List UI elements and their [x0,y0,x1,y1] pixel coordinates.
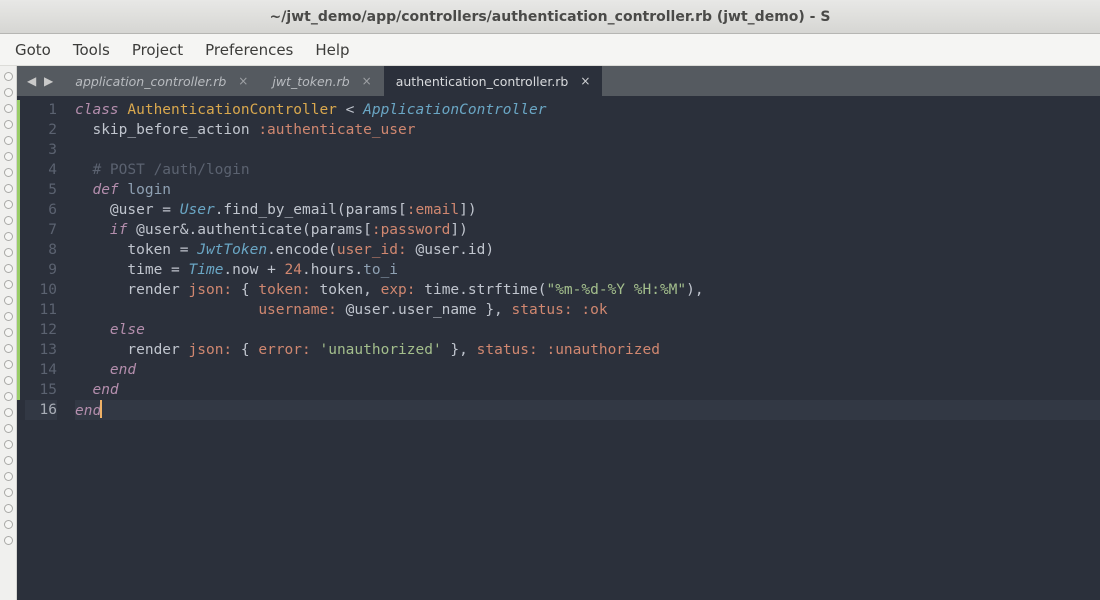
fold-marker-icon[interactable] [4,232,13,241]
fold-marker-icon[interactable] [4,520,13,529]
window-title: ~/jwt_demo/app/controllers/authenticatio… [270,9,831,25]
code-line[interactable]: skip_before_action :authenticate_user [75,120,1100,140]
fold-marker-icon[interactable] [4,312,13,321]
window-titlebar: ~/jwt_demo/app/controllers/authenticatio… [0,0,1100,34]
line-number: 11 [25,300,57,320]
tab-label: authentication_controller.rb [396,74,569,89]
code-line[interactable]: if @user&.authenticate(params[:password]… [75,220,1100,240]
line-number: 15 [25,380,57,400]
code-line[interactable]: end [75,360,1100,380]
code-line[interactable]: render json: { token: token, exp: time.s… [75,280,1100,300]
close-icon[interactable]: × [238,74,248,88]
menu-bar: Goto Tools Project Preferences Help [0,34,1100,66]
tab-authentication-controller[interactable]: authentication_controller.rb × [384,66,603,96]
line-number: 10 [25,280,57,300]
code-line[interactable]: token = JwtToken.encode(user_id: @user.i… [75,240,1100,260]
fold-marker-icon[interactable] [4,472,13,481]
code-line[interactable]: username: @user.user_name }, status: :ok [75,300,1100,320]
fold-marker-icon[interactable] [4,264,13,273]
fold-marker-icon[interactable] [4,72,13,81]
fold-marker-icon[interactable] [4,328,13,337]
fold-marker-icon[interactable] [4,360,13,369]
code-content[interactable]: class AuthenticationController < Applica… [65,96,1100,600]
code-line[interactable] [75,140,1100,160]
line-number: 4 [25,160,57,180]
code-line[interactable]: @user = User.find_by_email(params[:email… [75,200,1100,220]
line-number: 6 [25,200,57,220]
tab-application-controller[interactable]: application_controller.rb × [63,66,260,96]
close-icon[interactable]: × [362,74,372,88]
line-number: 13 [25,340,57,360]
change-marker-stripe [17,96,25,600]
fold-marker-icon[interactable] [4,120,13,129]
fold-marker-icon[interactable] [4,136,13,145]
tab-strip: ◀ ▶ application_controller.rb × jwt_toke… [17,66,1100,96]
fold-marker-icon[interactable] [4,344,13,353]
editor-container: ◀ ▶ application_controller.rb × jwt_toke… [17,66,1100,600]
fold-marker-icon[interactable] [4,152,13,161]
menu-help[interactable]: Help [315,41,349,59]
fold-marker-icon[interactable] [4,440,13,449]
fold-marker-icon[interactable] [4,296,13,305]
fold-marker-icon[interactable] [4,504,13,513]
code-line[interactable]: def login [75,180,1100,200]
menu-project[interactable]: Project [132,41,183,59]
menu-preferences[interactable]: Preferences [205,41,293,59]
code-line[interactable]: end [75,380,1100,400]
tab-label: application_controller.rb [75,74,226,89]
code-line[interactable]: else [75,320,1100,340]
line-number: 1 [25,100,57,120]
line-number: 2 [25,120,57,140]
fold-marker-icon[interactable] [4,200,13,209]
line-number: 12 [25,320,57,340]
tab-label: jwt_token.rb [272,74,349,89]
fold-gutter [0,66,17,600]
code-line[interactable]: # POST /auth/login [75,160,1100,180]
line-number-gutter: 12345678910111213141516 [25,96,65,600]
line-number: 14 [25,360,57,380]
code-line[interactable]: render json: { error: 'unauthorized' }, … [75,340,1100,360]
fold-marker-icon[interactable] [4,248,13,257]
fold-marker-icon[interactable] [4,408,13,417]
line-number: 9 [25,260,57,280]
line-number: 3 [25,140,57,160]
line-number: 5 [25,180,57,200]
line-number: 16 [25,400,57,420]
fold-marker-icon[interactable] [4,376,13,385]
fold-marker-icon[interactable] [4,216,13,225]
fold-marker-icon[interactable] [4,424,13,433]
line-number: 7 [25,220,57,240]
code-editor[interactable]: 12345678910111213141516 class Authentica… [17,96,1100,600]
line-number: 8 [25,240,57,260]
fold-marker-icon[interactable] [4,104,13,113]
fold-marker-icon[interactable] [4,280,13,289]
fold-marker-icon[interactable] [4,168,13,177]
fold-marker-icon[interactable] [4,488,13,497]
code-line[interactable]: class AuthenticationController < Applica… [75,100,1100,120]
tab-nav-arrows[interactable]: ◀ ▶ [23,66,63,96]
close-icon[interactable]: × [580,74,590,88]
menu-tools[interactable]: Tools [73,41,110,59]
tab-jwt-token[interactable]: jwt_token.rb × [260,66,383,96]
fold-marker-icon[interactable] [4,184,13,193]
fold-marker-icon[interactable] [4,536,13,545]
code-line[interactable]: end [75,400,1100,420]
fold-marker-icon[interactable] [4,456,13,465]
fold-marker-icon[interactable] [4,392,13,401]
fold-marker-icon[interactable] [4,88,13,97]
text-cursor [100,400,102,418]
code-line[interactable]: time = Time.now + 24.hours.to_i [75,260,1100,280]
menu-goto[interactable]: Goto [15,41,51,59]
